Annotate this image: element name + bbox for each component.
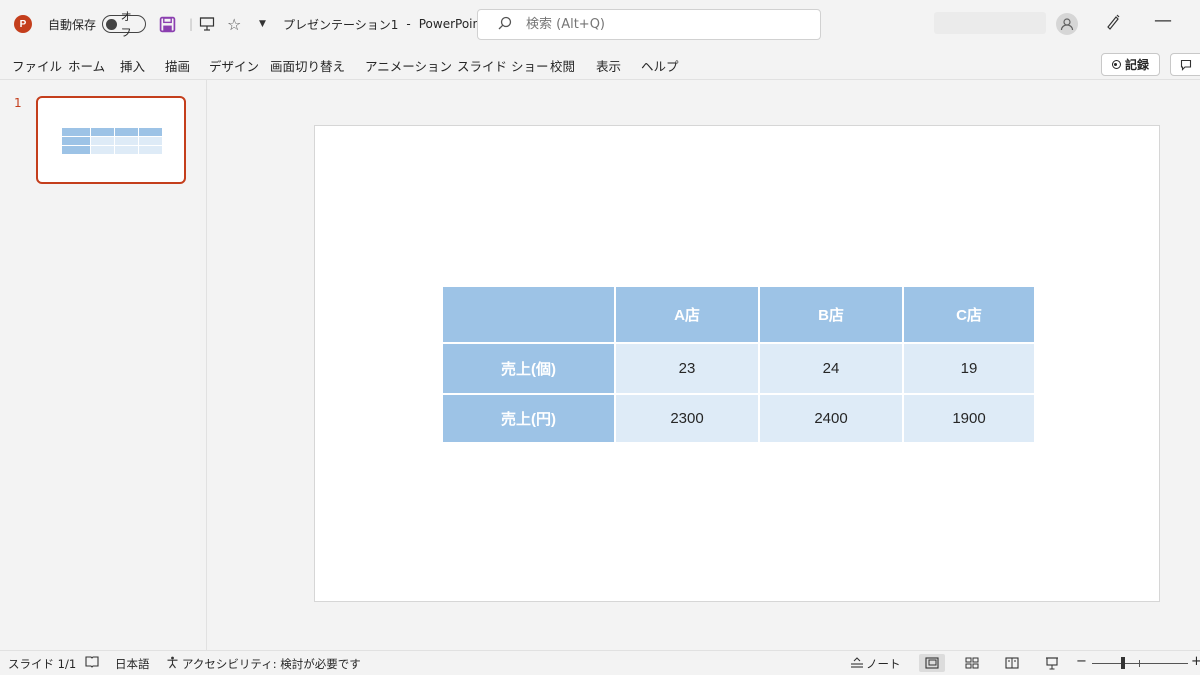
comments-button[interactable] [1170,53,1200,76]
slide-table[interactable]: A店 B店 C店 売上(個) 23 24 19 売上(円) 2300 2400 … [441,285,1036,444]
tab-view[interactable]: 表示 [596,56,621,75]
tab-transitions[interactable]: 画面切り替え [270,56,345,75]
table-header-cell[interactable]: C店 [902,285,1036,344]
language-indicator[interactable]: 日本語 [115,656,150,672]
tab-slideshow[interactable]: スライド ショー [457,56,548,75]
powerpoint-logo-icon: P [14,0,32,48]
title-separator: - [406,17,411,31]
slide-count: スライド 1/1 [8,657,77,671]
tab-file[interactable]: ファイル [12,56,62,75]
search-input[interactable] [524,16,788,33]
accessibility-status: アクセシビリティ: 検討が必要です [182,657,361,671]
star-icon[interactable]: ☆ [227,0,241,48]
table-cell[interactable]: 24 [758,342,904,395]
autosave-label: 自動保存 [48,17,97,32]
table-header-cell[interactable]: A店 [614,285,760,344]
notes-button[interactable]: ノート [850,656,901,672]
table-row: 売上(個) 23 24 19 [441,342,1036,395]
doc-title-text: プレゼンテーション1 [283,17,399,32]
accessibility-checker[interactable]: アクセシビリティ: 検討が必要です [166,656,361,672]
notes-label: ノート [866,657,901,671]
zoom-slider-handle[interactable] [1121,657,1125,669]
app-logo: P [14,15,32,33]
slide-thumbnail[interactable] [36,96,186,184]
app-name: PowerPoint [418,17,485,31]
zoom-out-button[interactable]: − [1076,654,1087,669]
reading-view-icon[interactable] [999,654,1025,672]
zoom-slider-track[interactable] [1092,663,1188,664]
ribbon-tabs: ファイル ホーム 挿入 描画 デザイン 画面切り替え アニメーション スライド … [0,48,1200,80]
search-box[interactable] [477,9,821,40]
normal-view-icon[interactable] [919,654,945,672]
tab-review[interactable]: 校閲 [550,56,575,75]
present-from-start-icon[interactable] [199,0,215,48]
record-label: 記録 [1124,58,1149,72]
customize-toolbar-chevron-icon[interactable]: ▼ [259,0,266,48]
spell-check-book-icon[interactable] [85,656,99,668]
title-bar: P 自動保存 オフ | ☆ ▼ プレゼンテーション1 - PowerPoint … [0,0,1200,48]
table-row: 売上(円) 2300 2400 1900 [441,393,1036,444]
thumbnail-table-preview [61,127,163,155]
tab-help[interactable]: ヘルプ [641,56,679,75]
minimize-icon[interactable]: — [1154,10,1172,31]
table-cell[interactable]: 23 [614,342,760,395]
table-cell[interactable]: 1900 [902,393,1036,444]
search-icon [498,16,512,34]
slideshow-view-icon[interactable] [1039,654,1065,672]
record-button[interactable]: 記録 [1101,53,1160,76]
toggle-knob-icon [106,18,117,30]
table-row-label[interactable]: 売上(個) [441,342,616,395]
tab-animations[interactable]: アニメーション [365,56,452,75]
user-name-area[interactable] [934,12,1046,34]
zoom-slider-center-tick [1139,660,1140,667]
tab-insert[interactable]: 挿入 [120,56,145,75]
notes-icon [850,656,864,672]
table-cell[interactable]: 2300 [614,393,760,444]
tab-design[interactable]: デザイン [209,56,259,75]
table-header-cell[interactable]: B店 [758,285,904,344]
titlebar-divider: | [189,17,194,31]
table-cell[interactable]: 19 [902,342,1036,395]
table-corner-cell[interactable] [441,285,616,344]
autosave-toggle-label: オフ [120,10,132,39]
record-icon [1111,60,1121,69]
accessibility-icon [166,656,179,672]
account-avatar-icon[interactable] [1056,13,1078,35]
zoom-in-button[interactable]: + [1191,654,1200,669]
slide-thumbnail-number: 1 [14,96,22,110]
table-row-label[interactable]: 売上(円) [441,393,616,444]
comment-icon [1180,59,1191,71]
document-title: プレゼンテーション1 - PowerPoint [283,0,485,48]
table-header-row: A店 B店 C店 [441,285,1036,344]
slide-canvas[interactable]: A店 B店 C店 売上(個) 23 24 19 売上(円) 2300 2400 … [314,125,1160,602]
table-cell[interactable]: 2400 [758,393,904,444]
slide-sorter-view-icon[interactable] [959,654,985,672]
save-icon[interactable] [159,0,176,48]
tab-draw[interactable]: 描画 [165,56,190,75]
status-bar: スライド 1/1 日本語 アクセシビリティ: 検討が必要です ノート − + [0,650,1200,675]
designer-pen-icon[interactable] [1105,14,1121,34]
autosave-toggle[interactable]: オフ [102,0,146,48]
tab-home[interactable]: ホーム [68,56,105,75]
